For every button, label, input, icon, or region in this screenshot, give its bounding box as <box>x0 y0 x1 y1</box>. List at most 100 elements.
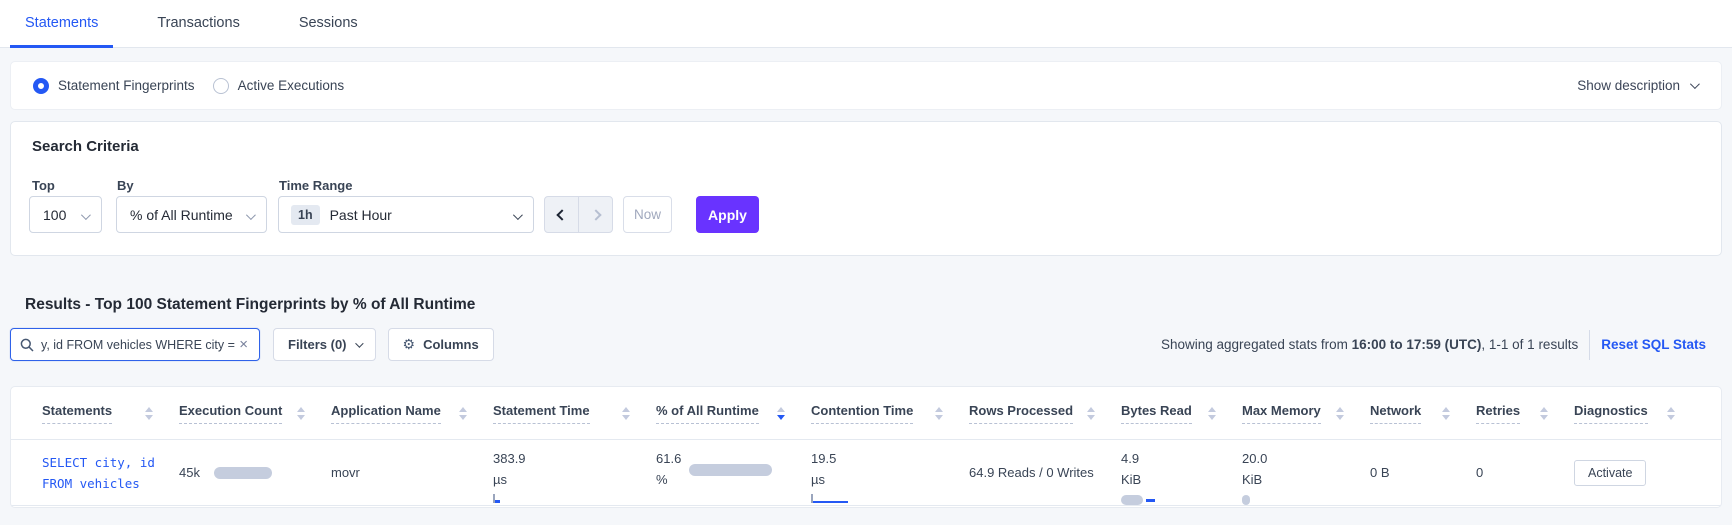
filters-label: Filters (0) <box>288 337 347 352</box>
time-range-prev-button[interactable] <box>544 196 579 233</box>
column-header-runtime-pct[interactable]: % of All Runtime <box>656 403 759 424</box>
radio-statement-fingerprints[interactable]: Statement Fingerprints <box>33 77 195 94</box>
top-select-value: 100 <box>43 206 67 223</box>
now-button[interactable]: Now <box>623 196 672 233</box>
bytes-read-unit: KiB <box>1121 472 1142 487</box>
column-header-retries[interactable]: Retries <box>1476 403 1521 424</box>
radio-selected-icon <box>33 77 49 94</box>
max-memory-bar <box>1242 495 1250 505</box>
chevron-right-icon <box>589 208 602 221</box>
apply-button[interactable]: Apply <box>696 196 759 233</box>
results-toolbar: × Filters (0) ⚙ Columns Showing aggregat… <box>10 328 1722 361</box>
tab-transactions[interactable]: Transactions <box>157 15 239 47</box>
search-input[interactable] <box>41 337 238 352</box>
sort-control-active[interactable] <box>777 406 785 420</box>
gear-icon: ⚙ <box>402 336 416 352</box>
execution-count-bar <box>213 466 272 479</box>
column-header-contention-time[interactable]: Contention Time <box>811 403 914 424</box>
radio-unselected-icon <box>212 77 229 94</box>
column-header-rows-processed[interactable]: Rows Processed <box>969 403 1074 424</box>
column-header-application-name[interactable]: Application Name <box>331 403 441 424</box>
application-name-value: movr <box>331 465 360 480</box>
contention-time-unit: µs <box>811 472 825 487</box>
activate-diagnostics-button[interactable]: Activate <box>1574 459 1647 486</box>
results-heading: Results - Top 100 Statement Fingerprints… <box>25 296 476 313</box>
contention-time-value: 19.5 <box>811 451 837 466</box>
tab-statements[interactable]: Statements <box>9 15 114 48</box>
search-icon <box>20 338 34 352</box>
divider <box>1589 329 1591 360</box>
statements-page: Statements Transactions Sessions Stateme… <box>0 0 1732 525</box>
sort-control[interactable] <box>1336 406 1344 420</box>
time-range-badge: 1h <box>291 204 320 225</box>
by-select-value: % of All Runtime <box>130 206 233 223</box>
statement-search-box: × <box>10 328 260 361</box>
search-criteria-title: Search Criteria <box>32 138 139 155</box>
top-select[interactable]: 100 <box>29 196 102 233</box>
sort-control[interactable] <box>935 406 943 420</box>
statement-time-value: 383.9 <box>493 451 526 466</box>
top-label: Top <box>32 178 55 193</box>
time-range-label: Time Range <box>279 178 353 193</box>
time-range-picker[interactable]: 1h Past Hour <box>278 196 534 233</box>
column-header-network[interactable]: Network <box>1370 403 1422 424</box>
table-row: SELECT city, id FROM vehicles 45k movr 38… <box>11 440 1721 506</box>
reset-sql-stats-link[interactable]: Reset SQL Stats <box>1601 337 1706 352</box>
by-label: By <box>117 178 134 193</box>
sort-control[interactable] <box>1208 406 1216 420</box>
runtime-pct-bar <box>689 464 773 476</box>
chevron-left-icon <box>555 208 568 221</box>
rows-processed-value: 64.9 Reads / 0 Writes <box>969 465 1094 480</box>
bytes-read-bar <box>1121 495 1242 505</box>
column-header-diagnostics[interactable]: Diagnostics <box>1574 403 1648 424</box>
show-description-label: Show description <box>1577 78 1680 93</box>
chevron-down-icon <box>1689 79 1700 90</box>
statement-fingerprint-link[interactable]: SELECT city, id FROM vehicles <box>42 452 155 494</box>
sort-control[interactable] <box>1087 406 1095 420</box>
column-header-statements[interactable]: Statements <box>42 403 113 424</box>
tab-sessions[interactable]: Sessions <box>299 15 358 47</box>
radio-label: Active Executions <box>237 78 345 93</box>
sort-control[interactable] <box>1540 406 1548 420</box>
top-tab-bar: Statements Transactions Sessions <box>0 0 1732 48</box>
contention-time-bar <box>811 494 969 503</box>
chevron-down-icon <box>245 209 256 220</box>
search-criteria-card: Search Criteria Top 100 By % of All Runt… <box>10 121 1722 256</box>
statement-time-unit: µs <box>493 472 507 487</box>
show-description-toggle[interactable]: Show description <box>1577 78 1700 93</box>
sort-control[interactable] <box>1667 406 1675 420</box>
bytes-read-value: 4.9 <box>1121 451 1140 466</box>
time-range-value: Past Hour <box>329 206 392 223</box>
aggregated-stats-text: Showing aggregated stats from 16:00 to 1… <box>1161 337 1579 352</box>
radio-label: Statement Fingerprints <box>58 78 195 93</box>
clear-search-icon[interactable]: × <box>237 336 250 353</box>
sort-control[interactable] <box>297 406 305 420</box>
execution-count-value: 45k <box>179 465 200 480</box>
chevron-down-icon <box>80 209 91 220</box>
view-toggle-card: Statement Fingerprints Active Executions… <box>10 61 1722 110</box>
time-range-next-button[interactable] <box>578 196 613 233</box>
table-header-row: Statements Execution Count Application N… <box>11 387 1721 440</box>
sort-control[interactable] <box>459 406 467 420</box>
filters-button[interactable]: Filters (0) <box>273 328 376 361</box>
sort-control[interactable] <box>1442 406 1450 420</box>
sort-control[interactable] <box>145 406 153 420</box>
stats-time-range: 16:00 to 17:59 (UTC) <box>1351 337 1482 352</box>
columns-label: Columns <box>423 337 479 352</box>
column-header-execution-count[interactable]: Execution Count <box>179 403 283 424</box>
columns-button[interactable]: ⚙ Columns <box>387 328 494 361</box>
radio-active-executions[interactable]: Active Executions <box>212 77 345 94</box>
network-value: 0 B <box>1370 465 1390 480</box>
column-header-bytes-read[interactable]: Bytes Read <box>1121 403 1192 424</box>
statements-table: Statements Execution Count Application N… <box>10 386 1722 508</box>
max-memory-unit: KiB <box>1242 472 1263 487</box>
chevron-down-icon <box>354 338 364 348</box>
by-select[interactable]: % of All Runtime <box>116 196 267 233</box>
max-memory-value: 20.0 <box>1242 451 1268 466</box>
column-header-statement-time[interactable]: Statement Time <box>493 403 590 424</box>
chevron-down-icon <box>512 209 523 220</box>
statement-time-bar <box>493 494 656 503</box>
column-header-max-memory[interactable]: Max Memory <box>1242 403 1321 424</box>
sort-control[interactable] <box>622 406 630 420</box>
runtime-pct-value: 61.6 <box>656 451 682 466</box>
